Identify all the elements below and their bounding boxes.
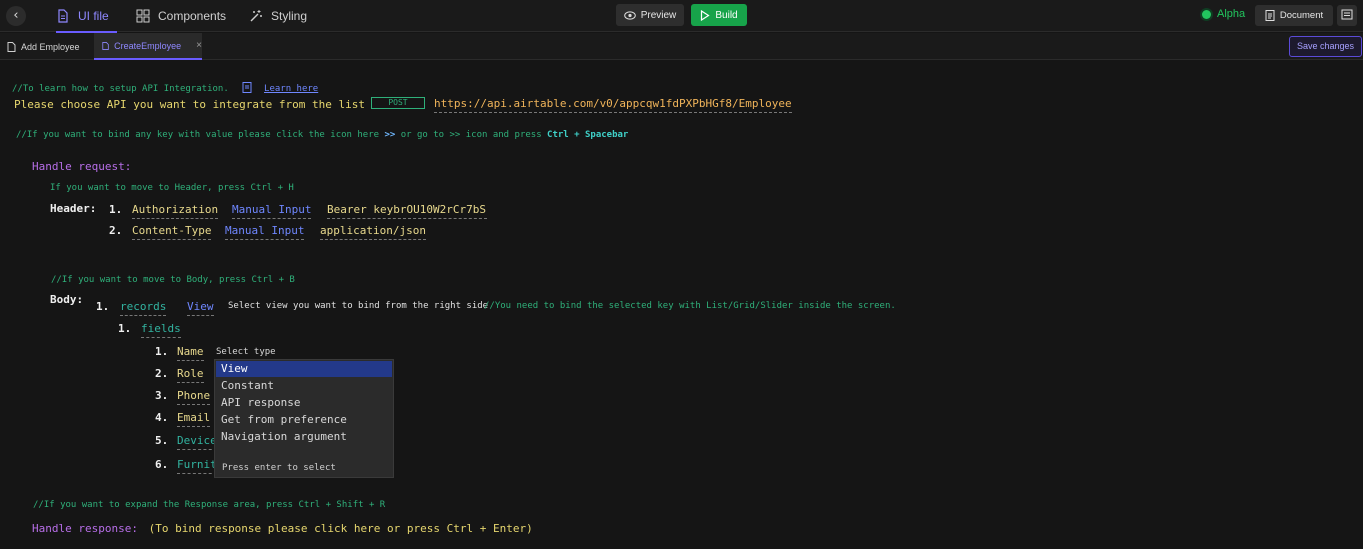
field-key-email[interactable]: Email: [177, 411, 211, 427]
header-type-authorization[interactable]: Manual Input: [232, 203, 312, 219]
method-badge[interactable]: POST: [371, 97, 425, 109]
api-setup-comment: //To learn how to setup API Integration.…: [12, 82, 319, 94]
fields-key[interactable]: fields: [141, 322, 181, 338]
header-value-authorization[interactable]: Bearer keybrOU10W2rCr7bS: [327, 203, 487, 219]
build-label: Build: [715, 9, 738, 21]
close-icon[interactable]: ×: [196, 40, 202, 51]
status-dot-icon: [1202, 9, 1211, 19]
tab-styling-label: Styling: [271, 9, 308, 23]
header-key-authorization[interactable]: Authorization: [132, 203, 219, 219]
learn-here-link[interactable]: Learn here: [264, 84, 318, 94]
records-type[interactable]: View: [187, 300, 214, 316]
eye-icon: [623, 10, 636, 20]
field-num: 3.: [155, 389, 169, 402]
field-key-device[interactable]: Device: [177, 434, 217, 450]
tab-ui-file-label: UI file: [78, 9, 109, 23]
file-icon: [102, 41, 109, 50]
bind-key-comment: //If you want to bind any key with value…: [16, 130, 629, 140]
dropdown-option-get-from-preference[interactable]: Get from preference: [216, 412, 392, 428]
header-num: 2.: [109, 224, 123, 237]
tab-add-employee-label: Add Employee: [21, 41, 80, 52]
document-icon: [1265, 10, 1275, 21]
tab-components[interactable]: Components: [136, 0, 226, 32]
chat-icon: [1341, 9, 1353, 20]
grid-icon: [136, 9, 150, 23]
top-bar: ‹ UI file Components Styling Preview Bui…: [0, 0, 1363, 33]
document-icon: [242, 82, 252, 93]
dropdown-option-view[interactable]: View: [216, 361, 392, 377]
tab-create-employee-label: CreateEmployee: [114, 40, 182, 51]
chat-button[interactable]: [1337, 5, 1357, 26]
header-type-content-type[interactable]: Manual Input: [225, 224, 305, 240]
field-key-furnit[interactable]: Furnit: [177, 458, 217, 474]
select-type-label: Select type: [216, 347, 276, 357]
tab-components-label: Components: [158, 9, 227, 23]
handle-response-row: Handle response: (To bind response pleas…: [32, 522, 533, 535]
field-key-phone[interactable]: Phone: [177, 389, 211, 405]
magic-wand-icon: [250, 10, 262, 22]
file-icon: [58, 9, 68, 23]
handle-request-label: Handle request:: [32, 160, 132, 173]
field-num: 6.: [155, 458, 169, 471]
file-icon: [7, 41, 16, 52]
field-num: 4.: [155, 411, 169, 424]
bind-arrow-icon[interactable]: >>: [384, 130, 395, 140]
preview-label: Preview: [640, 9, 677, 21]
api-url[interactable]: https://api.airtable.com/v0/appcqw1fdPXP…: [434, 97, 792, 113]
choose-api-text: Please choose API you want to integrate …: [14, 98, 365, 111]
file-tab-bar: Add Employee CreateEmployee × Save chang…: [0, 33, 1363, 60]
body-comment: //If you want to move to Body, press Ctr…: [51, 275, 295, 285]
header-comment: If you want to move to Header, press Ctr…: [50, 183, 294, 193]
preview-button[interactable]: Preview: [616, 4, 684, 26]
tab-ui-file[interactable]: UI file: [56, 0, 117, 33]
alpha-status: Alpha: [1202, 8, 1245, 20]
dropdown-option-constant[interactable]: Constant: [216, 378, 392, 394]
field-key-name[interactable]: Name: [177, 345, 204, 361]
field-key-role[interactable]: Role: [177, 367, 204, 383]
field-num: 2.: [155, 367, 169, 380]
alpha-label: Alpha: [1217, 8, 1246, 20]
build-button[interactable]: Build: [691, 4, 747, 26]
chevron-left-icon[interactable]: ‹: [6, 6, 26, 26]
records-hint: Select view you want to bind from the ri…: [228, 301, 489, 311]
tab-create-employee[interactable]: CreateEmployee ×: [94, 33, 202, 60]
dropdown-option-navigation-argument[interactable]: Navigation argument: [216, 429, 392, 445]
body-num: 1.: [96, 300, 110, 313]
handle-response-label: Handle response:: [32, 522, 138, 535]
type-dropdown: View Constant API response Get from pref…: [214, 359, 394, 478]
dropdown-option-api-response[interactable]: API response: [216, 395, 392, 411]
response-comment: //If you want to expand the Response are…: [33, 500, 386, 510]
header-value-content-type[interactable]: application/json: [320, 224, 426, 240]
fields-num: 1.: [118, 322, 132, 335]
header-label: Header:: [50, 202, 97, 215]
header-num: 1.: [109, 203, 123, 216]
header-key-content-type[interactable]: Content-Type: [132, 224, 212, 240]
tab-styling[interactable]: Styling: [249, 0, 307, 32]
response-bind-hint[interactable]: (To bind response please click here or p…: [149, 522, 533, 535]
dropdown-hint: Press enter to select: [222, 463, 336, 473]
document-label: Document: [1279, 10, 1324, 21]
tab-add-employee[interactable]: Add Employee: [7, 33, 80, 60]
field-num: 1.: [155, 345, 169, 358]
field-num: 5.: [155, 434, 169, 447]
records-comment: //You need to bind the selected key with…: [484, 301, 896, 311]
document-button[interactable]: Document: [1255, 5, 1333, 26]
records-key[interactable]: records: [120, 300, 167, 316]
save-changes-button[interactable]: Save changes: [1289, 36, 1362, 57]
play-icon: [701, 9, 710, 21]
body-label: Body:: [50, 293, 84, 306]
bind-shortcut: Ctrl + Spacebar: [547, 130, 629, 140]
